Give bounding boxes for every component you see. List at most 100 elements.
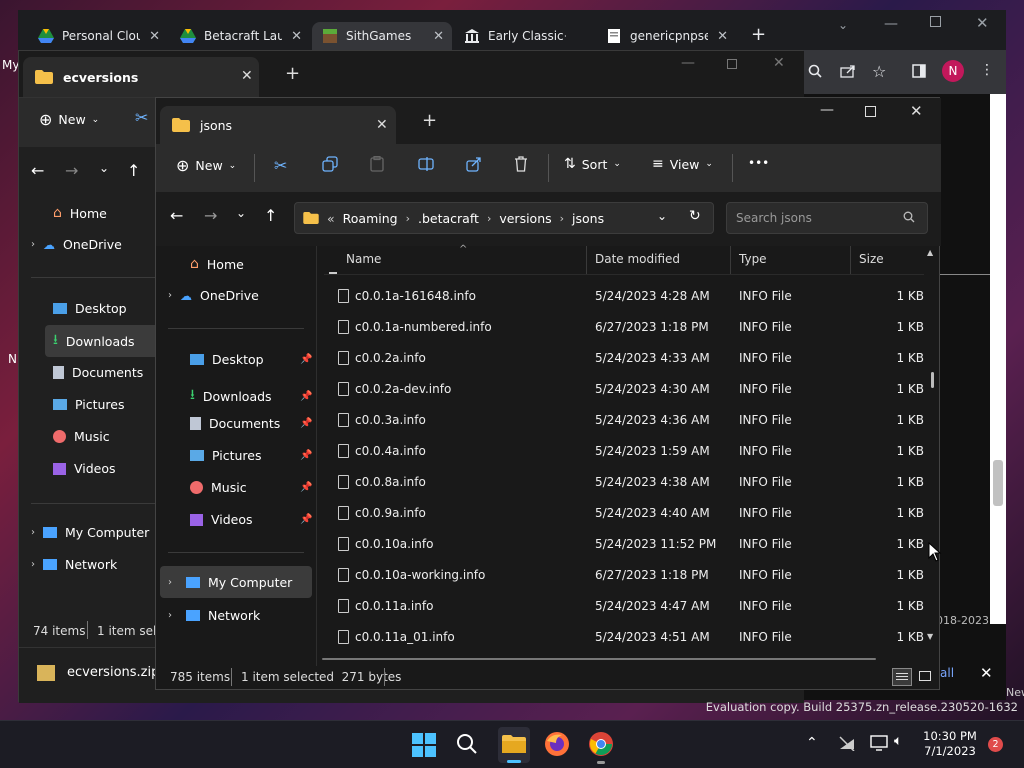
file-row[interactable]: c0.0.9a.info 5/24/2023 4:40 AM INFO File 1 … <box>324 497 924 528</box>
sidebar-item-network[interactable]: › Network <box>168 608 260 623</box>
footer-link[interactable]: all <box>940 666 954 680</box>
sidebar-item-downloads[interactable]: ⭳ Downloads 📌 <box>190 384 312 408</box>
file-row[interactable]: c0.0.1a-numbered.info 6/27/2023 1:18 PM IN… <box>324 311 924 342</box>
rename-button[interactable] <box>418 156 434 172</box>
new-button[interactable]: ⊕ New ⌄ <box>176 156 236 175</box>
file-row[interactable]: c0.0.1a-161648.info 5/24/2023 4:28 AM INFO… <box>324 280 924 311</box>
sidebar-item-pictures[interactable]: Pictures 📌 <box>190 448 312 463</box>
column-header-name[interactable]: Name <box>346 252 381 266</box>
back-arrow-icon[interactable]: ← <box>31 161 44 180</box>
refresh-icon[interactable]: ↻ <box>689 208 701 224</box>
close-icon[interactable]: ✕ <box>433 29 444 44</box>
sidebar-icon[interactable] <box>912 64 926 78</box>
pin-icon[interactable]: 📌 <box>300 418 312 429</box>
address-dropdown-icon[interactable]: ⌄ <box>657 209 667 223</box>
maximize-icon[interactable] <box>930 16 941 27</box>
column-separator[interactable] <box>586 246 587 274</box>
sidebar-item-my-computer[interactable]: › My Computer <box>31 525 149 540</box>
sidebar-item-documents[interactable]: Documents <box>53 365 143 380</box>
chrome-tab-sithgames[interactable]: SithGames ✕ <box>312 22 452 50</box>
details-view-icon[interactable] <box>892 668 912 686</box>
column-header-date[interactable]: Date modified <box>595 252 680 266</box>
file-row[interactable]: c0.0.3a.info 5/24/2023 4:36 AM INFO File 1 … <box>324 404 924 435</box>
sidebar-item-videos[interactable]: Videos <box>53 461 116 476</box>
chrome-tab-genericpnpser[interactable]: genericpnpser ✕ <box>596 22 736 50</box>
sidebar-item-home[interactable]: ⌂ Home <box>53 205 107 221</box>
recent-chevron-icon[interactable]: ⌄ <box>99 161 109 175</box>
search-icon[interactable] <box>808 64 822 78</box>
recent-chevron-icon[interactable]: ⌄ <box>236 206 246 220</box>
sidebar-item-music[interactable]: Music 📌 <box>190 480 312 495</box>
breadcrumb-overflow-icon[interactable]: « <box>327 211 335 226</box>
close-icon[interactable]: ✕ <box>149 29 160 44</box>
search-button[interactable] <box>456 733 478 755</box>
sidebar-item-downloads[interactable]: ⭳ Downloads <box>45 325 161 357</box>
cut-button[interactable]: ✂ <box>274 156 287 175</box>
close-icon[interactable]: ✕ <box>910 102 923 120</box>
sidebar-item-home[interactable]: ⌂ Home <box>190 256 244 272</box>
sidebar-item-onedrive[interactable]: › ☁ OneDrive <box>31 237 122 252</box>
scrollbar[interactable] <box>990 94 1006 624</box>
column-separator[interactable] <box>850 246 851 274</box>
back-arrow-icon[interactable]: ← <box>170 206 183 225</box>
column-separator[interactable] <box>730 246 731 274</box>
up-arrow-icon[interactable]: ↑ <box>127 161 140 180</box>
pin-icon[interactable]: 📌 <box>300 450 312 461</box>
close-icon[interactable]: ✕ <box>241 68 253 84</box>
file-row[interactable]: c0.0.11a_01.info 5/24/2023 4:51 AM INFO Fi… <box>324 621 924 652</box>
breadcrumb-item[interactable]: Roaming <box>343 211 398 226</box>
chrome-tab-personal-cloud[interactable]: Personal Cloud ✕ <box>28 22 168 50</box>
taskbar-chrome[interactable] <box>588 731 614 764</box>
breadcrumb-item[interactable]: .betacraft <box>418 211 479 226</box>
scroll-up-icon[interactable]: ▲ <box>927 248 933 257</box>
scrollbar[interactable]: ▲ ▼ <box>926 246 940 646</box>
pane-splitter[interactable] <box>316 246 317 666</box>
sidebar-item-videos[interactable]: Videos 📌 <box>190 512 312 527</box>
sidebar-item-network[interactable]: › Network <box>31 557 117 572</box>
file-row[interactable]: c0.0.4a.info 5/24/2023 1:59 AM INFO File 1 … <box>324 435 924 466</box>
minimize-icon[interactable]: — <box>681 55 695 71</box>
chevron-up-icon[interactable]: ⌃ <box>806 735 818 751</box>
new-tab-button[interactable]: + <box>422 110 437 131</box>
up-arrow-icon[interactable]: ↑ <box>264 206 277 225</box>
address-bar[interactable]: « Roaming › .betacraft › versions › json… <box>294 202 714 234</box>
more-options-button[interactable]: ••• <box>748 156 769 170</box>
file-row[interactable]: c0.0.8a.info 5/24/2023 4:38 AM INFO File 1 … <box>324 466 924 497</box>
breadcrumb-item[interactable]: versions <box>499 211 551 226</box>
tab-jsons[interactable]: jsons ✕ <box>160 106 396 144</box>
close-icon[interactable]: ✕ <box>291 29 302 44</box>
maximize-icon[interactable] <box>727 59 737 69</box>
new-tab-button[interactable]: + <box>751 24 766 45</box>
bookmark-star-icon[interactable]: ☆ <box>872 62 886 81</box>
kebab-menu-icon[interactable]: ⋮ <box>980 62 994 78</box>
delete-button[interactable] <box>514 156 528 172</box>
share-icon[interactable] <box>840 64 856 78</box>
sidebar-item-onedrive[interactable]: › ☁ OneDrive <box>168 288 259 303</box>
new-tab-button[interactable]: + <box>285 63 300 84</box>
sidebar-item-desktop[interactable]: Desktop <box>53 301 127 316</box>
pin-icon[interactable]: 📌 <box>300 482 312 493</box>
network-status-icon[interactable] <box>838 735 856 751</box>
scrollbar-thumb[interactable] <box>993 460 1003 506</box>
sidebar-item-pictures[interactable]: Pictures <box>53 397 125 412</box>
column-header-size[interactable]: Size <box>859 252 884 266</box>
close-icon[interactable]: ✕ <box>717 29 728 44</box>
copy-button[interactable] <box>322 156 338 172</box>
close-icon[interactable]: ✕ <box>980 664 993 682</box>
close-icon[interactable]: ✕ <box>976 14 989 32</box>
file-row[interactable]: c0.0.10a-working.info 6/27/2023 1:18 PM IN… <box>324 559 924 590</box>
file-row[interactable]: c0.0.2a.info 5/24/2023 4:33 AM INFO File 1 … <box>324 342 924 373</box>
start-button[interactable] <box>412 733 436 757</box>
taskbar-file-explorer[interactable] <box>498 727 530 763</box>
zip-file-name[interactable]: ecversions.zip <box>67 665 159 680</box>
monitor-icon[interactable] <box>870 735 888 751</box>
minimize-icon[interactable]: — <box>820 102 834 118</box>
sidebar-item-music[interactable]: Music <box>53 429 110 444</box>
sidebar-item-desktop[interactable]: Desktop 📌 <box>190 352 312 367</box>
clock[interactable]: 10:30 PM 7/1/2023 <box>916 729 984 759</box>
chrome-tab-betacraft[interactable]: Betacraft Laun ✕ <box>170 22 310 50</box>
breadcrumb-item[interactable]: jsons <box>572 211 604 226</box>
sidebar-item-my-computer[interactable]: › My Computer <box>160 566 312 598</box>
tiles-view-icon[interactable] <box>916 668 936 686</box>
pin-icon[interactable]: 📌 <box>300 391 312 402</box>
